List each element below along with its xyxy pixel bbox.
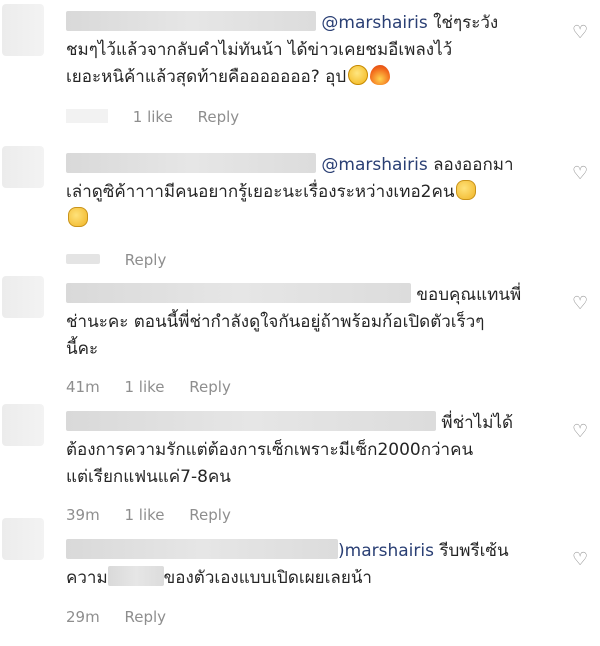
mention-link[interactable]: @marshairis — [321, 13, 427, 33]
reply-button[interactable]: Reply — [124, 608, 166, 626]
grinning-sweat-emoji — [348, 65, 369, 85]
blurred-time — [66, 254, 100, 264]
comment-text: พี่ช่าไม่ได้ ต้องการความรักแต่ต้องการเซ็… — [66, 411, 514, 487]
blurred-word — [107, 566, 164, 586]
clapping-hands-emoji — [68, 207, 88, 227]
comment-time: 39m — [66, 506, 100, 524]
avatar[interactable] — [2, 276, 44, 318]
clapping-hands-emoji — [456, 180, 477, 200]
heart-icon[interactable]: ♡ — [572, 24, 590, 42]
mention-link[interactable]: @marshairis — [321, 155, 427, 175]
comment-time: 41m — [66, 378, 100, 396]
heart-icon[interactable]: ♡ — [572, 551, 590, 569]
avatar[interactable] — [2, 404, 44, 446]
comment-time: 29m — [66, 608, 100, 626]
fire-emoji — [370, 65, 391, 85]
heart-icon[interactable]: ♡ — [572, 423, 590, 441]
comment-meta: 29m Reply — [66, 608, 186, 626]
comment-meta: 41m 1 like Reply — [66, 378, 251, 396]
blurred-username[interactable] — [66, 539, 338, 559]
comment-meta: 1 like Reply — [66, 108, 259, 126]
avatar[interactable] — [2, 518, 44, 560]
comment-text: @marshairis ใช่ๆระวัง ชมๆไว้แล้วจากลับคำ… — [66, 11, 499, 87]
reply-button[interactable]: Reply — [125, 251, 167, 269]
heart-icon[interactable]: ♡ — [572, 165, 590, 183]
comment-meta: 39m 1 like Reply — [66, 506, 251, 524]
likes-count[interactable]: 1 like — [124, 506, 164, 524]
blurred-time — [66, 109, 108, 123]
heart-icon[interactable]: ♡ — [572, 295, 590, 313]
comment-text: ขอบคุณแทนพี่ ช่านะคะ ตอนนี้พี่ช่ากำลังดู… — [66, 283, 522, 359]
mention-link[interactable]: )marshairis — [338, 541, 434, 561]
blurred-username[interactable] — [66, 153, 316, 173]
avatar[interactable] — [2, 146, 44, 188]
reply-button[interactable]: Reply — [189, 378, 231, 396]
reply-button[interactable]: Reply — [189, 506, 231, 524]
blurred-username[interactable] — [66, 411, 436, 431]
likes-count[interactable]: 1 like — [133, 108, 173, 126]
comment-meta: Reply — [66, 251, 186, 269]
comment-text: )marshairis รีบพรีเซ้น ความ ของตัวเองแบบเ… — [66, 539, 509, 588]
avatar[interactable] — [2, 4, 44, 56]
reply-button[interactable]: Reply — [198, 108, 240, 126]
blurred-username[interactable] — [66, 283, 411, 303]
comment-text: @marshairis ลองออกมา เล่าดูซิค้าาาามีคนอ… — [66, 152, 546, 233]
blurred-username[interactable] — [66, 11, 316, 31]
likes-count[interactable]: 1 like — [124, 378, 164, 396]
